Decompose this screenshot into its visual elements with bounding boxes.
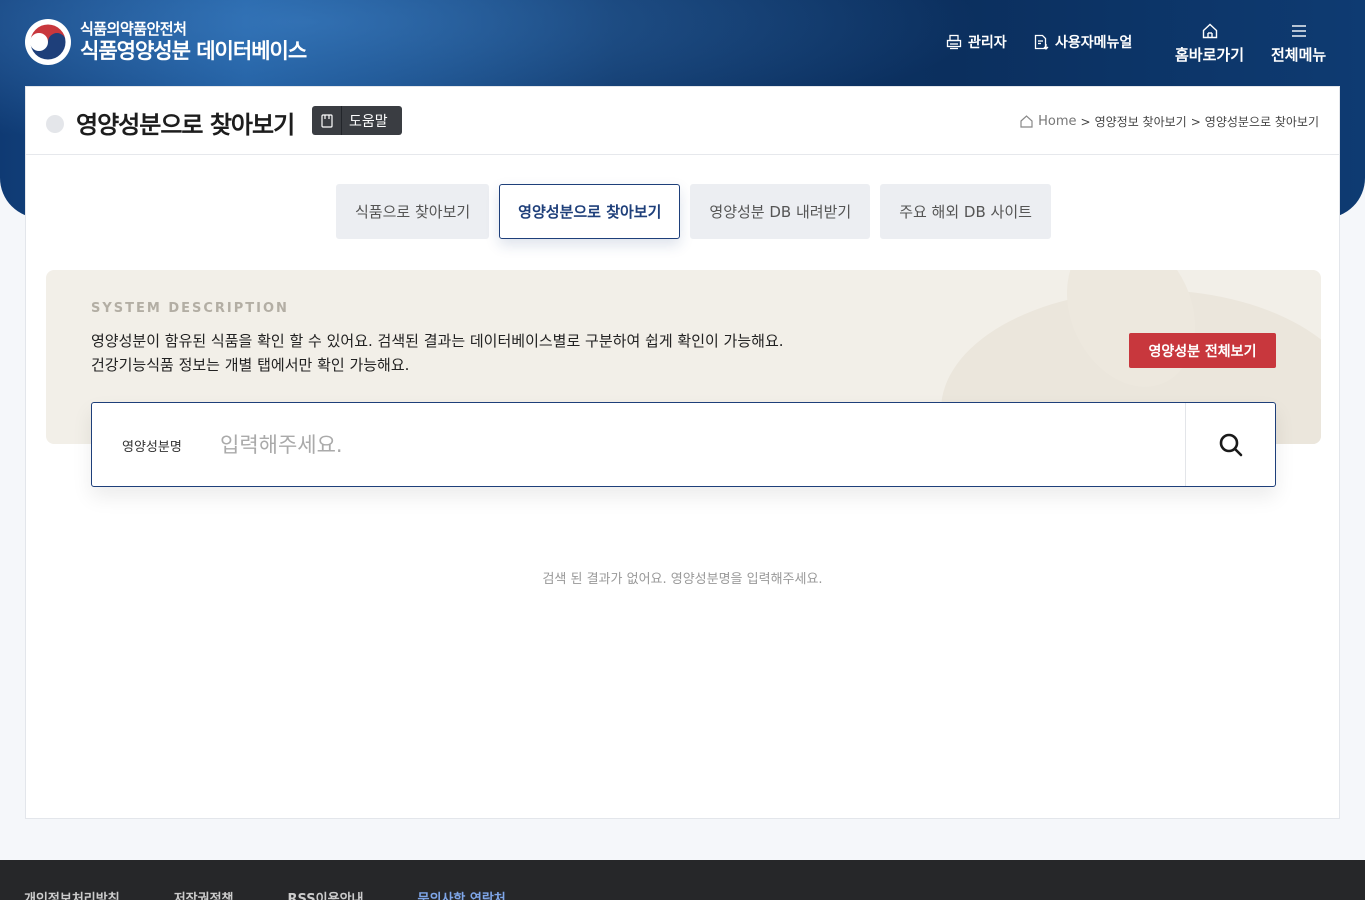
search-field-label: 영양성분명 xyxy=(122,440,182,455)
empty-results-message: 검색 된 결과가 없어요. 영양성분명을 입력해주세요. xyxy=(542,572,823,587)
page-title: 영양성분으로 찾아보기 xyxy=(76,111,295,139)
government-emblem-icon xyxy=(25,19,71,65)
home-icon xyxy=(1020,115,1033,128)
search-box: 영양성분명 xyxy=(91,402,1276,487)
document-download-icon xyxy=(1034,34,1049,50)
title-bar: 영양성분으로 찾아보기 도움말 Home > 영양정보 찾아보기 > 영양성분으… xyxy=(26,87,1339,155)
search-button[interactable] xyxy=(1185,403,1275,486)
help-button[interactable]: 도움말 xyxy=(312,106,402,135)
home-label: 홈바로가기 xyxy=(1175,46,1245,64)
admin-label: 관리자 xyxy=(968,35,1007,51)
site-name: 식품영양성분 데이터베이스 xyxy=(80,38,307,63)
tab-nutrient-db-download[interactable]: 영양성분 DB 내려받기 xyxy=(690,184,871,239)
breadcrumb-nutrition-info[interactable]: 영양정보 찾아보기 xyxy=(1095,113,1187,130)
hamburger-menu-icon xyxy=(1291,25,1306,37)
footer-link-contact[interactable]: 문의사항 연락처 xyxy=(418,888,506,900)
home-button[interactable]: 홈바로가기 xyxy=(1175,22,1244,65)
description-text: 영양성분이 함유된 식품을 확인 할 수 있어요. 검색된 결과는 데이터베이스… xyxy=(91,332,784,350)
content-card: 영양성분으로 찾아보기 도움말 Home > 영양정보 찾아보기 > 영양성분으… xyxy=(25,86,1340,819)
breadcrumb-home[interactable]: Home xyxy=(1038,114,1076,129)
full-menu-button[interactable]: 전체메뉴 xyxy=(1271,22,1326,65)
footer-link-rss-guide[interactable]: RSS이용안내 xyxy=(288,888,364,900)
agency-name: 식품의약품안전처 xyxy=(80,20,187,39)
footer-link-privacy-policy[interactable]: 개인정보처리방침 xyxy=(24,888,120,900)
tab-search-by-nutrient[interactable]: 영양성분으로 찾아보기 xyxy=(499,184,681,239)
tab-search-by-food[interactable]: 식품으로 찾아보기 xyxy=(336,184,490,239)
memo-icon xyxy=(320,113,333,128)
view-all-nutrients-button[interactable]: 영양성분 전체보기 xyxy=(1129,333,1276,368)
site-logo[interactable]: 식품의약품안전처 식품영양성분 데이터베이스 xyxy=(24,18,307,66)
printer-icon xyxy=(946,34,962,50)
description-eyebrow: SYSTEM DESCRIPTION xyxy=(91,301,289,316)
breadcrumb-current: 영양성분으로 찾아보기 xyxy=(1204,115,1319,129)
search-tabs: 식품으로 찾아보기 영양성분으로 찾아보기 영양성분 DB 내려받기 주요 해외… xyxy=(336,184,1051,239)
user-manual-link[interactable]: 사용자메뉴얼 xyxy=(1033,32,1132,52)
full-menu-label: 전체메뉴 xyxy=(1271,46,1327,64)
user-manual-label: 사용자메뉴얼 xyxy=(1055,35,1133,51)
help-label: 도움말 xyxy=(349,113,388,130)
breadcrumb-separator: > xyxy=(1190,114,1201,129)
help-icon-box xyxy=(312,106,342,135)
site-header: 식품의약품안전처 식품영양성분 데이터베이스 관리자 사용자메뉴얼 홈바로가기 xyxy=(0,0,1365,86)
search-icon xyxy=(1219,433,1242,456)
breadcrumb-separator: > xyxy=(1080,114,1091,129)
site-footer: 개인정보처리방침 저작권정책 RSS이용안내 문의사항 연락처 xyxy=(0,860,1365,900)
admin-link[interactable]: 관리자 xyxy=(946,32,1007,52)
title-bullet xyxy=(46,115,64,133)
nutrient-name-input[interactable] xyxy=(220,423,1160,467)
description-text: 건강기능식품 정보는 개별 탭에서만 확인 가능해요. xyxy=(91,356,410,374)
breadcrumb: Home > 영양정보 찾아보기 > 영양성분으로 찾아보기 xyxy=(1019,113,1319,130)
tab-overseas-db-sites[interactable]: 주요 해외 DB 사이트 xyxy=(880,184,1051,239)
home-icon xyxy=(1202,23,1217,39)
footer-link-copyright-policy[interactable]: 저작권정책 xyxy=(174,888,234,900)
